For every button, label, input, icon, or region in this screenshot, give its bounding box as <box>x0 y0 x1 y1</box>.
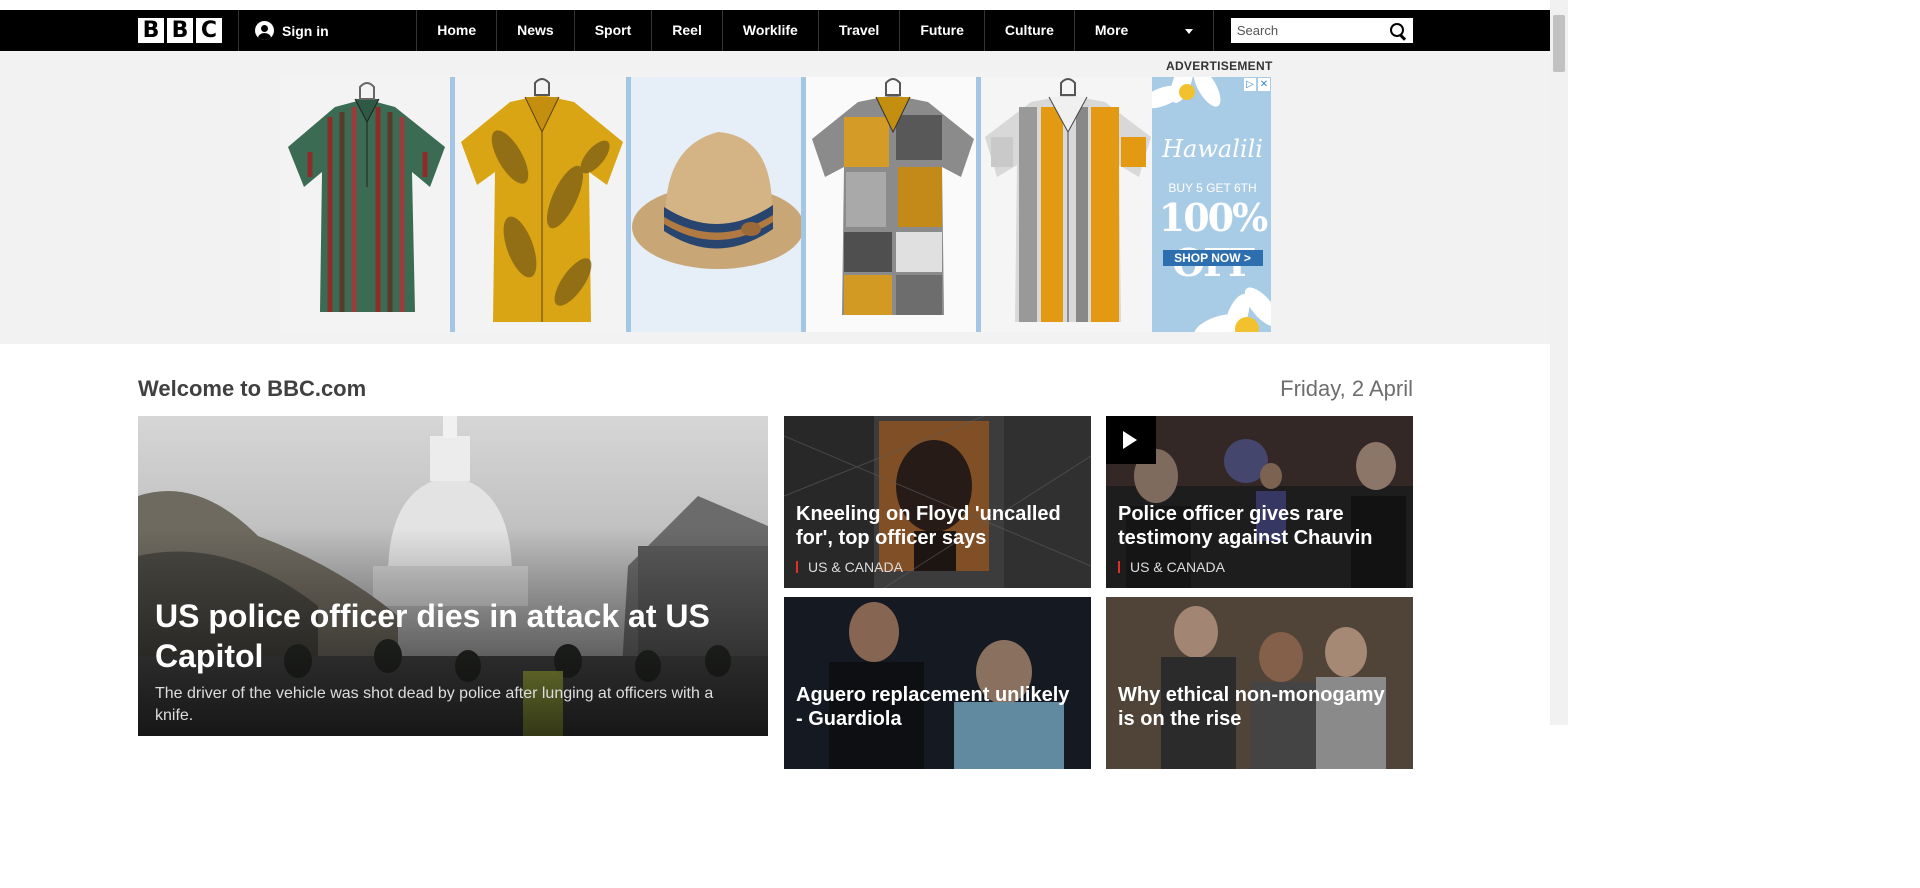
lead-story-summary: The driver of the vehicle was shot dead … <box>155 685 714 724</box>
search-icon[interactable] <box>1389 22 1407 40</box>
ad-product-orange-stripe-shirt[interactable] <box>981 77 1152 332</box>
search-input[interactable] <box>1236 23 1377 38</box>
bbc-logo[interactable]: B B C <box>138 18 222 43</box>
story-headline[interactable]: Why ethical non-monogamy is on the rise <box>1118 683 1403 731</box>
story-headline[interactable]: Kneeling on Floyd 'uncalled for', top of… <box>796 502 1081 550</box>
search-box <box>1230 18 1413 43</box>
ad-offer-line1: BUY 5 GET 6TH <box>1168 181 1257 195</box>
chevron-down-icon <box>1184 29 1193 34</box>
user-icon <box>255 21 274 40</box>
nav-news[interactable]: News <box>496 10 574 51</box>
ad-offer-line2: 100% OFF <box>1158 195 1268 285</box>
scrollbar-thumb[interactable] <box>1553 15 1565 72</box>
current-date: Friday, 2 April <box>1280 376 1413 401</box>
main-nav: Home News Sport Reel Worklife Travel Fut… <box>416 10 1214 51</box>
lead-story[interactable]: US police officer dies in attack at US C… <box>138 416 768 736</box>
logo-letter-b1: B <box>138 18 164 43</box>
ad-product-strip[interactable]: ▷ ✕ Hawalili BUY 5 GET 6TH 100% OFF SHOP… <box>280 77 1271 332</box>
nav-home[interactable]: Home <box>416 10 496 51</box>
orange-stripe-shirt-image <box>981 77 1152 332</box>
straw-hat-image <box>630 77 801 332</box>
logo-letter-c: C <box>196 18 222 43</box>
story-card[interactable]: Kneeling on Floyd 'uncalled for', top of… <box>784 416 1091 588</box>
top-navigation-bar: B B C Sign in Home News Sport Reel Workl… <box>0 10 1550 51</box>
yellow-shirt-image <box>455 77 626 332</box>
shop-now-button[interactable]: SHOP NOW > <box>1162 250 1263 266</box>
page-scrollbar[interactable] <box>1550 0 1568 725</box>
nav-more-dropdown[interactable]: More <box>1073 10 1214 51</box>
ad-product-patchwork-shirt[interactable] <box>805 77 977 332</box>
ad-brand-name: Hawalili <box>1162 135 1263 163</box>
story-headline[interactable]: Police officer gives rare testimony agai… <box>1118 502 1403 550</box>
play-video-icon[interactable] <box>1106 416 1156 464</box>
nav-culture[interactable]: Culture <box>983 10 1074 51</box>
patchwork-shirt-image <box>805 77 977 332</box>
story-headline[interactable]: Aguero replacement unlikely - Guardiola <box>796 683 1081 731</box>
story-card[interactable]: Police officer gives rare testimony agai… <box>1106 416 1413 588</box>
story-card[interactable]: Aguero replacement unlikely - Guardiola <box>784 597 1091 769</box>
ad-info-icon[interactable]: ▷ <box>1243 78 1256 91</box>
lead-story-headline[interactable]: US police officer dies in attack at US C… <box>155 596 755 676</box>
story-section-tag[interactable]: US & CANADA <box>1118 560 1225 574</box>
close-icon[interactable]: ✕ <box>1257 78 1270 91</box>
advertisement-banner: ADVERTISEMENT ▷ ✕ Hawalili BUY 5 GET 6TH… <box>0 51 1550 344</box>
main-content: Welcome to BBC.com Friday, 2 April US po… <box>0 344 1550 769</box>
page-title: Welcome to BBC.com <box>138 376 367 401</box>
nav-sport[interactable]: Sport <box>573 10 652 51</box>
ad-promo-tile[interactable]: ▷ ✕ Hawalili BUY 5 GET 6TH 100% OFF SHOP… <box>1151 77 1271 332</box>
nav-travel[interactable]: Travel <box>817 10 899 51</box>
ad-product-striped-shirt[interactable] <box>280 77 451 332</box>
advertisement-label: ADVERTISEMENT <box>1166 59 1273 73</box>
sign-in-button[interactable]: Sign in <box>238 10 418 51</box>
story-section-tag[interactable]: US & CANADA <box>796 560 903 574</box>
nav-future[interactable]: Future <box>899 10 984 51</box>
nav-worklife[interactable]: Worklife <box>721 10 818 51</box>
sign-in-label: Sign in <box>282 22 329 39</box>
ad-product-straw-hat[interactable] <box>630 77 801 332</box>
striped-shirt-image <box>280 77 451 332</box>
nav-more-label: More <box>1094 22 1129 38</box>
nav-reel[interactable]: Reel <box>651 10 722 51</box>
ad-product-yellow-leaf-shirt[interactable] <box>455 77 626 332</box>
logo-letter-b2: B <box>167 18 193 43</box>
ad-choices[interactable]: ▷ ✕ <box>1243 78 1270 91</box>
story-card[interactable]: Why ethical non-monogamy is on the rise <box>1106 597 1413 769</box>
